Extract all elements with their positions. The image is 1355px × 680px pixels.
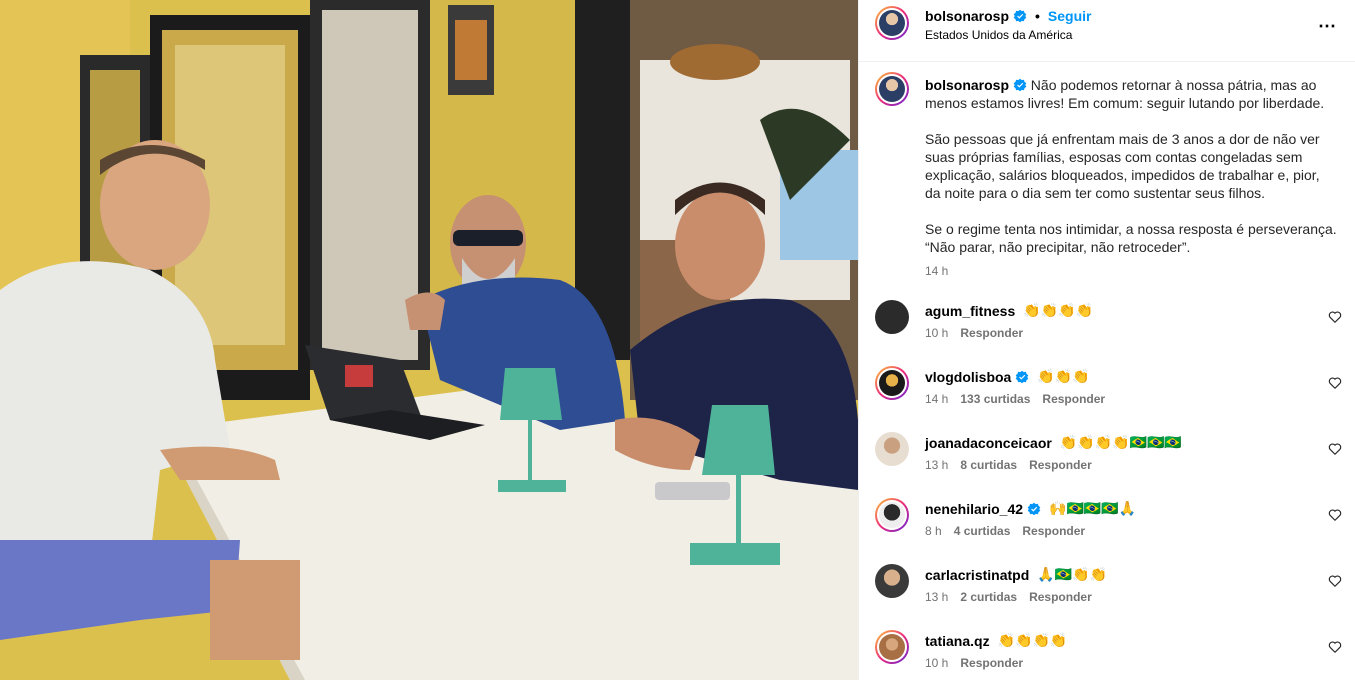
commenter-avatar[interactable] [875,564,909,598]
commenter-avatar[interactable] [875,366,909,400]
caption-username[interactable]: bolsonarosp [925,77,1009,93]
author-username[interactable]: bolsonarosp [925,8,1009,24]
reply-button[interactable]: Responder [1029,458,1092,472]
commenter-username[interactable]: joanadaconceicaor [925,435,1052,451]
heart-outline-icon[interactable] [1328,310,1342,324]
verified-badge-icon [1013,78,1027,92]
comment-likes[interactable]: 2 curtidas [960,590,1017,604]
heart-outline-icon[interactable] [1328,508,1342,522]
comment-timestamp[interactable]: 13 h [925,458,948,472]
caption-timestamp[interactable]: 14 h [925,262,1337,280]
caption-paragraph: Se o regime tenta nos intimidar, a nossa… [925,221,1337,255]
commenter-avatar[interactable] [875,498,909,532]
comment-timestamp[interactable]: 8 h [925,524,942,538]
caption-paragraph: bolsonarosp Não podemos retornar à nossa… [925,76,1337,112]
reply-button[interactable]: Responder [1042,392,1105,406]
post-location[interactable]: Estados Unidos da América [925,28,1072,42]
reply-button[interactable]: Responder [1022,524,1085,538]
post-photo[interactable] [0,0,858,680]
post-caption: bolsonarosp Não podemos retornar à nossa… [925,76,1337,280]
post-photo-illustration [0,0,858,680]
comment-timestamp[interactable]: 10 h [925,326,948,340]
heart-outline-icon[interactable] [1328,376,1342,390]
comment-timestamp[interactable]: 13 h [925,590,948,604]
heart-outline-icon[interactable] [1328,640,1342,654]
commenter-username[interactable]: vlogdolisboa [925,369,1011,385]
reply-button[interactable]: Responder [1029,590,1092,604]
commenter-avatar[interactable] [875,300,909,334]
comment-text: 🙏🇧🇷👏👏 [1037,566,1107,582]
comment-row: tatiana.qz 👏👏👏👏 10 h Responder [859,630,1355,680]
follow-button[interactable]: Seguir [1048,8,1092,24]
comment-text: 👏👏👏👏 [997,632,1068,648]
comment-row: agum_fitness 👏👏👏👏 10 h Responder [859,300,1355,366]
heart-outline-icon[interactable] [1328,574,1342,588]
post-header: bolsonarosp • Seguir Estados Unidos da A… [859,0,1355,62]
verified-badge-icon [1013,9,1027,23]
comment-text: 🙌🇧🇷🇧🇷🇧🇷🙏 [1049,500,1137,516]
comment-row: nenehilario_42 🙌🇧🇷🇧🇷🇧🇷🙏 8 h 4 curtidas R… [859,498,1355,564]
verified-badge-icon [1027,502,1041,515]
commenter-username[interactable]: nenehilario_42 [925,501,1023,517]
commenter-username[interactable]: agum_fitness [925,303,1015,319]
comment-timestamp[interactable]: 10 h [925,656,948,670]
caption-paragraph: São pessoas que já enfrentam mais de 3 a… [925,131,1320,201]
heart-outline-icon[interactable] [1328,442,1342,456]
comment-timestamp[interactable]: 14 h [925,392,948,406]
post-side-panel: bolsonarosp • Seguir Estados Unidos da A… [858,0,1355,680]
comment-likes[interactable]: 133 curtidas [960,392,1030,406]
comment-text: 👏👏👏 [1037,368,1090,384]
commenter-avatar[interactable] [875,432,909,466]
verified-badge-icon [1016,370,1029,383]
reply-button[interactable]: Responder [960,656,1023,670]
commenter-username[interactable]: carlacristinatpd [925,567,1029,583]
separator-dot: • [1035,8,1040,24]
reply-button[interactable]: Responder [960,326,1023,340]
commenter-username[interactable]: tatiana.qz [925,633,990,649]
comment-row: joanadaconceicaor 👏👏👏👏🇧🇷🇧🇷🇧🇷 13 h 8 curt… [859,432,1355,498]
author-avatar[interactable] [875,6,909,40]
commenter-avatar[interactable] [875,630,909,664]
comment-row: carlacristinatpd 🙏🇧🇷👏👏 13 h 2 curtidas R… [859,564,1355,630]
comment-text: 👏👏👏👏🇧🇷🇧🇷🇧🇷 [1059,434,1182,450]
comment-text: 👏👏👏👏 [1023,302,1093,318]
comment-row: vlogdolisboa 👏👏👏 14 h 133 curtidas Respo… [859,366,1355,432]
comment-likes[interactable]: 4 curtidas [954,524,1011,538]
caption-author-avatar[interactable] [875,72,909,106]
comment-likes[interactable]: 8 curtidas [960,458,1017,472]
more-horizontal-icon[interactable]: ⋯ [1318,16,1337,37]
